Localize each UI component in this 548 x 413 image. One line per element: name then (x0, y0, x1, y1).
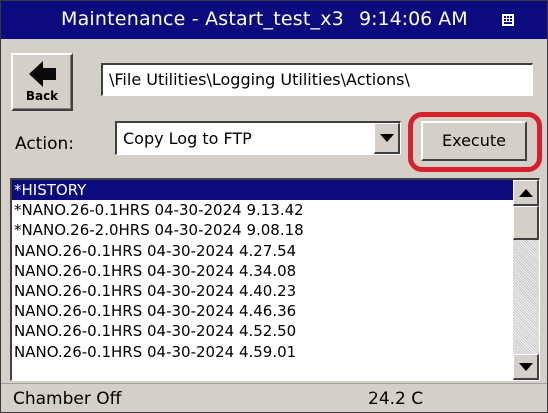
list-item[interactable]: NANO.26-0.1HRS 04-30-2024 4.34.08 (12, 261, 514, 281)
window-title: Maintenance - Astart_test_x3 (61, 8, 344, 30)
back-arrow-icon (29, 61, 56, 87)
keyboard-icon[interactable] (501, 12, 515, 28)
arrow-up-icon (519, 189, 533, 197)
chevron-down-icon (380, 134, 394, 142)
temperature-readout: 24.2 C (368, 389, 424, 409)
back-label: Back (25, 89, 59, 103)
chamber-status: Chamber Off (13, 389, 122, 409)
action-selected-value: Copy Log to FTP (123, 129, 252, 148)
clock: 9:14:06 AM (359, 8, 468, 30)
path-text: \File Utilities\Logging Utilities\Action… (109, 70, 410, 89)
scroll-up-button[interactable] (513, 180, 539, 206)
list-scrollbar[interactable] (513, 180, 539, 380)
status-bar: Chamber Off 24.2 C (1, 383, 547, 412)
scroll-down-button[interactable] (513, 354, 539, 380)
file-list[interactable]: *HISTORY *NANO.26-0.1HRS 04-30-2024 9.13.… (10, 178, 540, 381)
list-item[interactable]: NANO.26-0.1HRS 04-30-2024 4.46.36 (12, 301, 514, 321)
dropdown-button[interactable] (374, 123, 400, 154)
list-item[interactable]: NANO.26-0.1HRS 04-30-2024 4.40.23 (12, 281, 514, 301)
list-item[interactable]: NANO.26-0.1HRS 04-30-2024 4.59.01 (12, 342, 514, 362)
title-bar: Maintenance - Astart_test_x3 9:14:06 AM (1, 1, 547, 39)
action-label: Action: (15, 134, 74, 154)
maintenance-screen: Maintenance - Astart_test_x3 9:14:06 AM … (0, 0, 548, 413)
list-item[interactable]: *NANO.26-0.1HRS 04-30-2024 9.13.42 (12, 200, 514, 220)
list-item[interactable]: *HISTORY (12, 180, 514, 201)
path-field[interactable]: \File Utilities\Logging Utilities\Action… (101, 63, 533, 96)
action-dropdown[interactable]: Copy Log to FTP (115, 121, 401, 155)
list-item[interactable]: *NANO.26-2.0HRS 04-30-2024 9.08.18 (12, 220, 514, 240)
list-item[interactable]: NANO.26-0.1HRS 04-30-2024 4.27.54 (12, 241, 514, 261)
arrow-down-icon (519, 363, 533, 371)
back-button[interactable]: Back (11, 53, 73, 111)
file-list-rows: *HISTORY *NANO.26-0.1HRS 04-30-2024 9.13.… (12, 180, 514, 362)
execute-button[interactable]: Execute (421, 121, 527, 161)
list-item[interactable]: NANO.26-0.1HRS 04-30-2024 4.52.50 (12, 321, 514, 341)
scroll-thumb[interactable] (513, 206, 539, 240)
